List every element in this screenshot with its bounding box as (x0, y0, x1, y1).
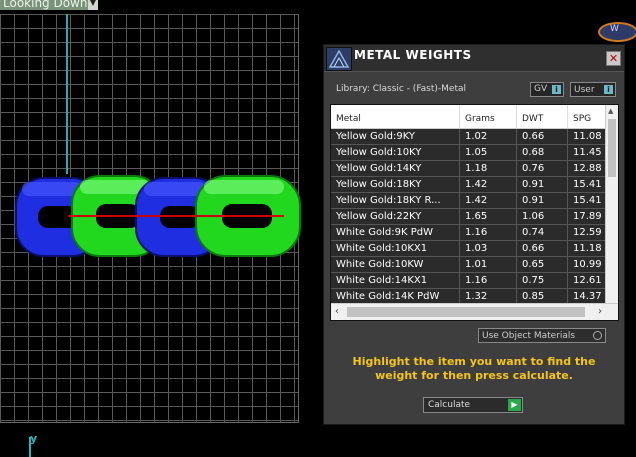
cell-spg: 11.08 (568, 129, 606, 144)
close-icon[interactable]: ✕ (606, 51, 621, 66)
column-header-spg[interactable]: SPG (568, 105, 606, 128)
cell-grams: 1.02 (460, 129, 517, 144)
cell-spg: 15.41 (568, 193, 606, 208)
gv-button[interactable]: GV i (530, 82, 564, 97)
column-header-grams[interactable]: Grams (460, 105, 517, 128)
cell-spg: 11.18 (568, 241, 606, 256)
cell-metal: Yellow Gold:18KY (331, 177, 460, 192)
scroll-left-icon[interactable]: ‹ (335, 306, 339, 317)
chain-model[interactable] (12, 170, 312, 270)
cell-metal: Yellow Gold:10KY (331, 145, 460, 160)
table-header: Metal Grams DWT SPG (331, 105, 606, 129)
user-label: User (574, 85, 595, 95)
use-object-materials-label: Use Object Materials (482, 331, 576, 341)
info-icon: i (604, 85, 613, 94)
instructions-text: Highlight the item you want to find the … (352, 355, 596, 382)
vertical-scrollbar[interactable]: ▲ (605, 105, 618, 304)
cell-metal: White Gold:9K PdW (331, 225, 460, 240)
metal-weights-panel: METAL WEIGHTS ✕ Library: Classic - (Fast… (323, 44, 625, 425)
panel-titlebar[interactable]: METAL WEIGHTS ✕ (324, 45, 624, 72)
table-row[interactable]: White Gold:10KX1 1.03 0.66 11.18 (331, 241, 606, 257)
cell-dwt: 0.66 (517, 241, 568, 256)
gv-label: GV (534, 84, 548, 94)
cell-dwt: 0.65 (517, 257, 568, 272)
scroll-up-icon[interactable]: ▲ (608, 107, 613, 115)
cell-grams: 1.05 (460, 145, 517, 160)
table-row[interactable]: White Gold:14KX1 1.16 0.75 12.61 (331, 273, 606, 289)
cell-grams: 1.16 (460, 225, 517, 240)
play-icon: ▶ (508, 399, 521, 411)
user-button[interactable]: User i (570, 82, 616, 97)
cell-grams: 1.03 (460, 241, 517, 256)
view-selector[interactable]: Looking Down ▼ (0, 0, 98, 10)
cell-grams: 1.18 (460, 161, 517, 176)
table-row[interactable]: White Gold:10KW 1.01 0.65 10.99 (331, 257, 606, 273)
table-row[interactable]: White Gold:9K PdW 1.16 0.74 12.59 (331, 225, 606, 241)
cell-grams: 1.16 (460, 273, 517, 288)
info-icon: i (552, 85, 561, 94)
cell-dwt: 0.75 (517, 273, 568, 288)
cell-grams: 1.42 (460, 177, 517, 192)
cell-metal: Yellow Gold:22KY (331, 209, 460, 224)
scroll-right-icon[interactable]: › (598, 306, 602, 317)
horizontal-scrollbar[interactable]: ‹ › (331, 303, 618, 320)
cell-dwt: 0.74 (517, 225, 568, 240)
cell-spg: 12.59 (568, 225, 606, 240)
vertical-scroll-thumb[interactable] (608, 119, 616, 177)
cell-spg: 15.41 (568, 177, 606, 192)
metal-weights-app-icon (326, 47, 352, 71)
table-row[interactable]: Yellow Gold:22KY 1.65 1.06 17.89 (331, 209, 606, 225)
chevron-down-icon[interactable]: ▼ (88, 0, 98, 10)
panel-title: METAL WEIGHTS (354, 48, 472, 62)
cell-grams: 1.32 (460, 289, 517, 304)
table-row[interactable]: Yellow Gold:14KY 1.18 0.76 12.88 (331, 161, 606, 177)
cell-dwt: 1.06 (517, 209, 568, 224)
horizontal-scroll-thumb[interactable] (347, 307, 585, 317)
cell-spg: 11.45 (568, 145, 606, 160)
cell-spg: 12.88 (568, 161, 606, 176)
cell-grams: 1.01 (460, 257, 517, 272)
cell-grams: 1.65 (460, 209, 517, 224)
cell-dwt: 0.91 (517, 177, 568, 192)
cell-metal: Yellow Gold:9KY (331, 129, 460, 144)
view-label-text: Looking Down (3, 0, 88, 10)
cell-metal: White Gold:10KX1 (331, 241, 460, 256)
cell-dwt: 0.91 (517, 193, 568, 208)
cell-spg: 17.89 (568, 209, 606, 224)
cell-metal: White Gold:14K PdW (331, 289, 460, 304)
metal-table[interactable]: Metal Grams DWT SPG Yellow Gold:9KY 1.02 0… (330, 104, 619, 321)
cell-spg: 12.61 (568, 273, 606, 288)
y-axis-line (66, 14, 68, 174)
cell-metal: White Gold:10KW (331, 257, 460, 272)
column-header-metal[interactable]: Metal (331, 105, 460, 128)
calculate-button[interactable]: Calculate ▶ (423, 397, 523, 413)
column-header-dwt[interactable]: DWT (517, 105, 568, 128)
view-gizmo-icon[interactable]: W (598, 22, 636, 42)
use-object-materials-toggle[interactable]: Use Object Materials (478, 328, 606, 343)
y-axis-label: y (30, 432, 38, 445)
table-row[interactable]: Yellow Gold:9KY 1.02 0.66 11.08 (331, 129, 606, 145)
cell-dwt: 0.66 (517, 129, 568, 144)
table-row[interactable]: Yellow Gold:18KY R... 1.42 0.91 15.41 (331, 193, 606, 209)
cell-metal: Yellow Gold:18KY R... (331, 193, 460, 208)
calculate-label: Calculate (428, 400, 471, 410)
radio-icon (593, 331, 602, 340)
table-body: Yellow Gold:9KY 1.02 0.66 11.08 Yellow Gold… (331, 129, 606, 305)
cell-dwt: 0.85 (517, 289, 568, 304)
cell-grams: 1.42 (460, 193, 517, 208)
cell-spg: 14.37 (568, 289, 606, 304)
cell-spg: 10.99 (568, 257, 606, 272)
cell-dwt: 0.68 (517, 145, 568, 160)
cell-metal: White Gold:14KX1 (331, 273, 460, 288)
cell-metal: Yellow Gold:14KY (331, 161, 460, 176)
table-row[interactable]: Yellow Gold:10KY 1.05 0.68 11.45 (331, 145, 606, 161)
table-row[interactable]: Yellow Gold:18KY 1.42 0.91 15.41 (331, 177, 606, 193)
cell-dwt: 0.76 (517, 161, 568, 176)
library-label: Library: Classic - (Fast)-Metal (336, 84, 467, 94)
